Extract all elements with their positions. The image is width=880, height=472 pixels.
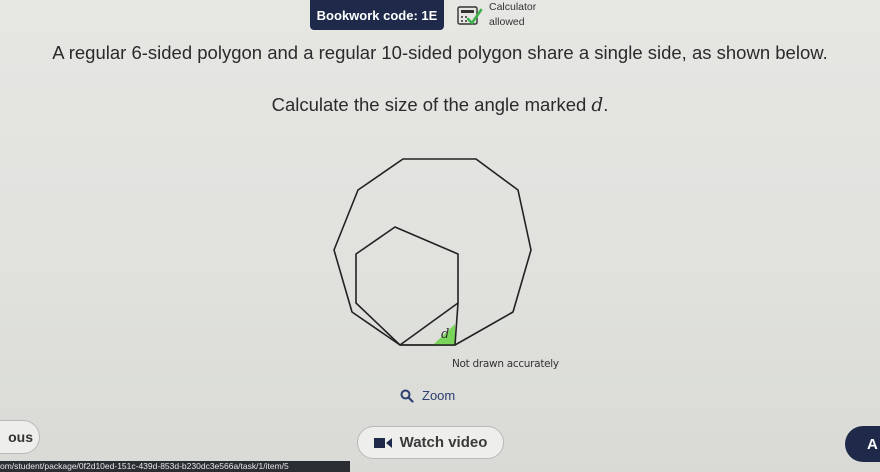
- question-period: .: [603, 94, 609, 115]
- status-url-bar: om/student/package/0f2d10ed-151c-439d-85…: [0, 461, 350, 472]
- calculator-allowed-indicator: Calculator allowed: [455, 0, 536, 30]
- question-prompt: Calculate the size of the angle marked: [271, 94, 592, 115]
- angle-d-label: d: [441, 327, 449, 342]
- previous-button[interactable]: ous: [0, 420, 40, 454]
- not-drawn-accurately-note: Not drawn accurately: [452, 358, 559, 370]
- bookwork-code-text: Bookwork code: 1E: [316, 7, 438, 23]
- status-url: om/student/package/0f2d10ed-151c-439d-85…: [0, 461, 289, 471]
- polygon-diagram: d: [333, 158, 532, 346]
- bookwork-code-badge: Bookwork code: 1E: [310, 0, 444, 30]
- question-line-2: Calculate the size of the angle marked d…: [0, 94, 880, 116]
- magnifier-icon: [400, 389, 414, 403]
- previous-label: ous: [8, 429, 33, 445]
- calculator-label-line2: allowed: [489, 15, 525, 28]
- angle-variable: d: [591, 95, 604, 116]
- next-label: A: [867, 435, 878, 453]
- zoom-button[interactable]: Zoom: [400, 388, 455, 403]
- calculator-allowed-label: Calculator allowed: [489, 1, 536, 28]
- question-line-1: A regular 6-sided polygon and a regular …: [52, 42, 828, 63]
- calculator-label-line1: Calculator: [489, 0, 537, 13]
- zoom-label: Zoom: [422, 388, 456, 403]
- calculator-icon: [455, 2, 483, 28]
- next-button[interactable]: A: [845, 426, 880, 462]
- decagon-shape: [333, 158, 532, 346]
- watch-video-button[interactable]: Watch video: [357, 426, 504, 459]
- watch-video-label: Watch video: [399, 434, 488, 451]
- polygon-figure: d: [330, 155, 550, 360]
- video-camera-icon: [373, 437, 392, 448]
